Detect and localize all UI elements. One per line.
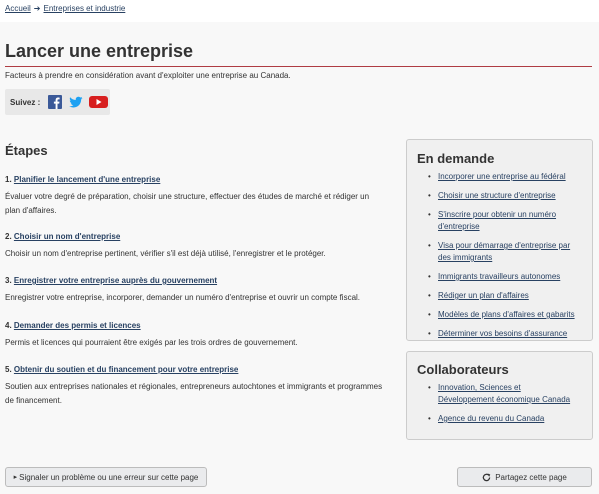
page-intro: Facteurs à prendre en considération avan… [5, 71, 291, 80]
in-demand-item: Incorporer une entreprise au fédéral [426, 171, 576, 183]
breadcrumb: Accueil ➔ Entreprises et industrie [5, 4, 125, 13]
step-item: 1. Planifier le lancement d'une entrepri… [5, 175, 385, 218]
step-number: 4. [5, 321, 12, 330]
share-page-label: Partagez cette page [495, 472, 567, 482]
caret-right-icon: ▸ [13, 474, 18, 481]
partners-link[interactable]: Innovation, Sciences et Développement éc… [438, 383, 570, 404]
step-description: Évaluer votre degré de préparation, choi… [5, 192, 370, 215]
in-demand-link[interactable]: S'inscrire pour obtenir un numéro d'entr… [438, 210, 556, 231]
step-link[interactable]: Planifier le lancement d'une entreprise [14, 175, 160, 184]
in-demand-item: S'inscrire pour obtenir un numéro d'entr… [426, 209, 576, 233]
in-demand-link[interactable]: Visa pour démarrage d'entreprise par des… [438, 241, 570, 262]
title-divider [5, 66, 592, 67]
step-link[interactable]: Enregistrer votre entreprise auprès du g… [14, 276, 217, 285]
step-number: 3. [5, 276, 12, 285]
step-number: 5. [5, 365, 12, 374]
facebook-icon[interactable] [48, 95, 62, 109]
in-demand-link[interactable]: Rédiger un plan d'affaires [438, 291, 529, 300]
page-title: Lancer une entreprise [5, 41, 194, 61]
step-item: 3. Enregistrer votre entreprise auprès d… [5, 276, 385, 305]
partners-panel: Collaborateurs Innovation, Sciences et D… [406, 351, 593, 440]
in-demand-link[interactable]: Immigrants travailleurs autonomes [438, 272, 560, 281]
step-link[interactable]: Obtenir du soutien et du financement pou… [14, 365, 238, 374]
share-icon [482, 473, 491, 481]
in-demand-item: Modèles de plans d'affaires et gabarits [426, 309, 576, 321]
in-demand-link[interactable]: Incorporer une entreprise au fédéral [438, 172, 566, 181]
step-item: 4. Demander des permis et licences Permi… [5, 321, 385, 350]
breadcrumb-bar: Accueil ➔ Entreprises et industrie [0, 0, 599, 22]
step-number: 1. [5, 175, 12, 184]
breadcrumb-current-link[interactable]: Entreprises et industrie [44, 4, 126, 13]
step-item: 2. Choisir un nom d'entreprise Choisir u… [5, 232, 385, 261]
step-link[interactable]: Demander des permis et licences [14, 321, 141, 330]
step-link[interactable]: Choisir un nom d'entreprise [14, 232, 120, 241]
partners-item: Agence du revenu du Canada [426, 413, 576, 425]
follow-bar: Suivez : [5, 89, 110, 115]
partners-item: Innovation, Sciences et Développement éc… [426, 382, 576, 406]
partners-title: Collaborateurs [417, 362, 509, 377]
in-demand-title: En demande [417, 151, 495, 166]
step-description: Choisir un nom d'entreprise pertinent, v… [5, 249, 326, 258]
breadcrumb-home-link[interactable]: Accueil [5, 4, 31, 13]
youtube-icon[interactable] [89, 95, 108, 109]
partners-link[interactable]: Agence du revenu du Canada [438, 414, 544, 423]
in-demand-item: Déterminer vos besoins d'assurance [426, 328, 576, 340]
in-demand-panel: En demande Incorporer une entreprise au … [406, 139, 593, 341]
step-description: Enregistrer votre entreprise, incorporer… [5, 293, 361, 302]
steps-heading: Étapes [5, 143, 48, 158]
step-number: 2. [5, 232, 12, 241]
step-item: 5. Obtenir du soutien et du financement … [5, 365, 385, 408]
share-page-button[interactable]: Partagez cette page [457, 467, 592, 487]
step-description: Permis et licences qui pourraient être e… [5, 338, 298, 347]
step-description: Soutien aux entreprises nationales et ré… [5, 382, 383, 405]
in-demand-list: Incorporer une entreprise au fédéral Cho… [426, 171, 576, 347]
in-demand-link[interactable]: Modèles de plans d'affaires et gabarits [438, 310, 575, 319]
report-problem-label: Signaler un problème ou une erreur sur c… [19, 472, 199, 482]
in-demand-link[interactable]: Déterminer vos besoins d'assurance [438, 329, 567, 338]
in-demand-item: Choisir une structure d'entreprise [426, 190, 576, 202]
in-demand-item: Visa pour démarrage d'entreprise par des… [426, 240, 576, 264]
partners-list: Innovation, Sciences et Développement éc… [426, 382, 576, 432]
report-problem-button[interactable]: ▸ Signaler un problème ou une erreur sur … [5, 467, 207, 487]
breadcrumb-arrow-icon: ➔ [33, 4, 41, 13]
in-demand-item: Rédiger un plan d'affaires [426, 290, 576, 302]
in-demand-item: Immigrants travailleurs autonomes [426, 271, 576, 283]
follow-label: Suivez : [10, 98, 41, 107]
twitter-icon[interactable] [69, 95, 83, 109]
in-demand-link[interactable]: Choisir une structure d'entreprise [438, 191, 556, 200]
